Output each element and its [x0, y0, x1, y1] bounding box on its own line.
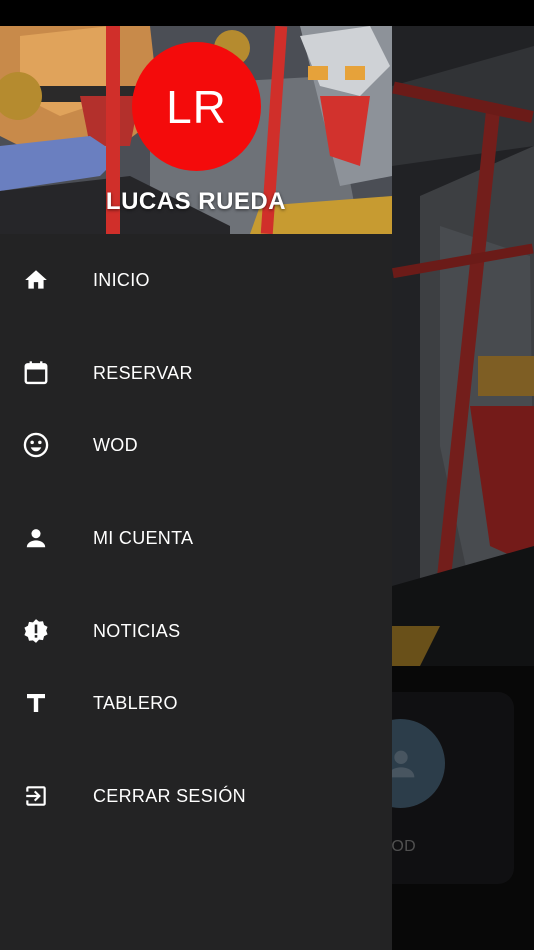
menu-item-label: CERRAR SESIÓN — [93, 785, 246, 806]
menu-item-label: INICIO — [93, 269, 150, 290]
menu-item-inicio[interactable]: INICIO — [0, 252, 392, 308]
text-t-icon — [22, 689, 50, 717]
user-avatar[interactable]: LR — [132, 42, 261, 171]
menu-item-label: WOD — [93, 434, 138, 455]
user-name: LUCAS RUEDA — [105, 188, 287, 215]
menu-item-wod[interactable]: WOD — [0, 417, 392, 473]
logout-icon — [22, 782, 50, 810]
menu-item-mi-cuenta[interactable]: MI CUENTA — [0, 510, 392, 566]
menu-item-cerrar-sesion[interactable]: CERRAR SESIÓN — [0, 768, 392, 824]
menu-item-label: NOTICIAS — [93, 620, 181, 641]
alert-badge-icon — [22, 617, 50, 645]
smiley-icon — [22, 431, 50, 459]
menu-item-tablero[interactable]: TABLERO — [0, 675, 392, 731]
drawer-header: LR LUCAS RUEDA — [0, 26, 392, 234]
menu-item-noticias[interactable]: NOTICIAS — [0, 603, 392, 659]
calendar-icon — [22, 359, 50, 387]
person-icon — [22, 524, 50, 552]
menu-item-label: TABLERO — [93, 692, 178, 713]
navigation-drawer: LR LUCAS RUEDA INICIO RESERVAR WOD MI CU… — [0, 26, 392, 950]
menu-item-label: RESERVAR — [93, 362, 193, 383]
menu-item-reservar[interactable]: RESERVAR — [0, 345, 392, 401]
menu-item-label: MI CUENTA — [93, 527, 194, 548]
home-icon — [22, 266, 50, 294]
